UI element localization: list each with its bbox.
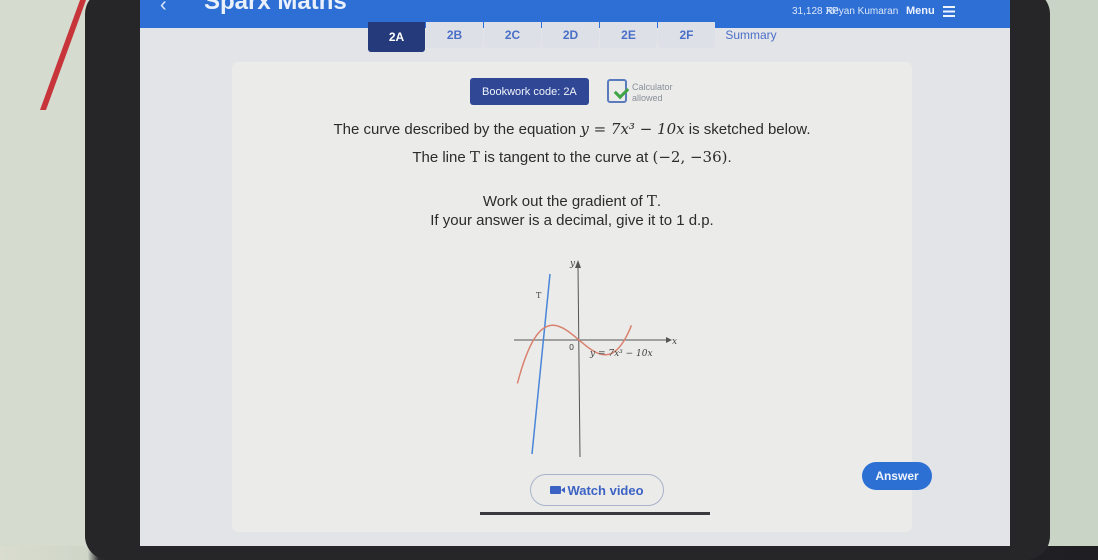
line-t: T — [469, 148, 480, 166]
tab-2d[interactable]: 2D — [542, 22, 599, 48]
tab-2b[interactable]: 2B — [426, 22, 483, 48]
user-name[interactable]: Reyan Kumaran — [826, 6, 898, 17]
chevron-left-icon[interactable]: ‹ — [160, 0, 167, 17]
calculator-label-line2: allowed — [632, 93, 663, 103]
calculator-allowed-label: Calculator allowed — [632, 82, 673, 104]
watch-video-button[interactable]: Watch video — [530, 474, 664, 506]
question-line-1: The curve described by the equation y = … — [232, 120, 912, 138]
q2-text-post: . — [727, 149, 732, 166]
question-line-3: Work out the gradient of T. — [232, 192, 912, 210]
q3-text-post: . — [656, 193, 662, 210]
tangent-line-t — [531, 273, 551, 455]
question-line-2: The line T is tangent to the curve at (−… — [232, 148, 912, 166]
calculator-check-icon — [607, 79, 630, 103]
home-indicator — [480, 512, 710, 515]
q1-text-post: is sketched below. — [684, 121, 811, 138]
question-card: Bookwork code: 2A Calculator allowed The… — [232, 62, 932, 532]
y-axis — [577, 265, 581, 458]
photo-background-left — [0, 0, 90, 546]
tab-summary[interactable]: Summary — [716, 22, 786, 48]
tangent-point: (−2, −36) — [652, 148, 728, 166]
menu-button[interactable]: Menu — [906, 5, 935, 17]
tab-2c[interactable]: 2C — [484, 22, 541, 48]
curve-label: y = 7x³ − 10x — [589, 349, 653, 359]
q2-text-pre: The line — [412, 149, 470, 166]
tablet-screen: ‹ Sparx Maths 31,128 XP Reyan Kumaran Me… — [140, 0, 1010, 546]
hamburger-icon[interactable] — [943, 6, 955, 17]
y-axis-label: y — [569, 259, 576, 269]
line-t: T — [646, 192, 657, 210]
y-axis-arrow — [575, 260, 581, 268]
watch-video-label: Watch video — [567, 482, 644, 498]
app-title: Sparx Maths — [204, 0, 347, 15]
tab-2e[interactable]: 2E — [600, 22, 657, 48]
answer-button[interactable]: Answer — [862, 462, 932, 490]
equation: y = 7x³ − 10x — [580, 120, 685, 138]
origin-label: 0 — [569, 343, 574, 352]
q2-text-mid: is tangent to the curve at — [479, 149, 653, 166]
calculator-label-line1: Calculator — [632, 82, 673, 92]
curve-sketch: y x 0 T y = 7x³ − 10x — [514, 259, 677, 458]
bookwork-code-badge: Bookwork code: 2A — [470, 78, 589, 105]
question-line-4: If your answer is a decimal, give it to … — [430, 212, 714, 229]
video-camera-icon — [550, 486, 566, 494]
x-axis-label: x — [672, 337, 677, 347]
tab-2a[interactable]: 2A — [368, 22, 425, 52]
tangent-label: T — [536, 291, 542, 300]
q1-text-pre: The curve described by the equation — [333, 121, 581, 138]
tab-2f[interactable]: 2F — [658, 22, 715, 48]
task-tabs: 2A 2B 2C 2D 2E 2F Summary — [368, 22, 787, 52]
q3-text-pre: Work out the gradient of — [482, 193, 647, 210]
